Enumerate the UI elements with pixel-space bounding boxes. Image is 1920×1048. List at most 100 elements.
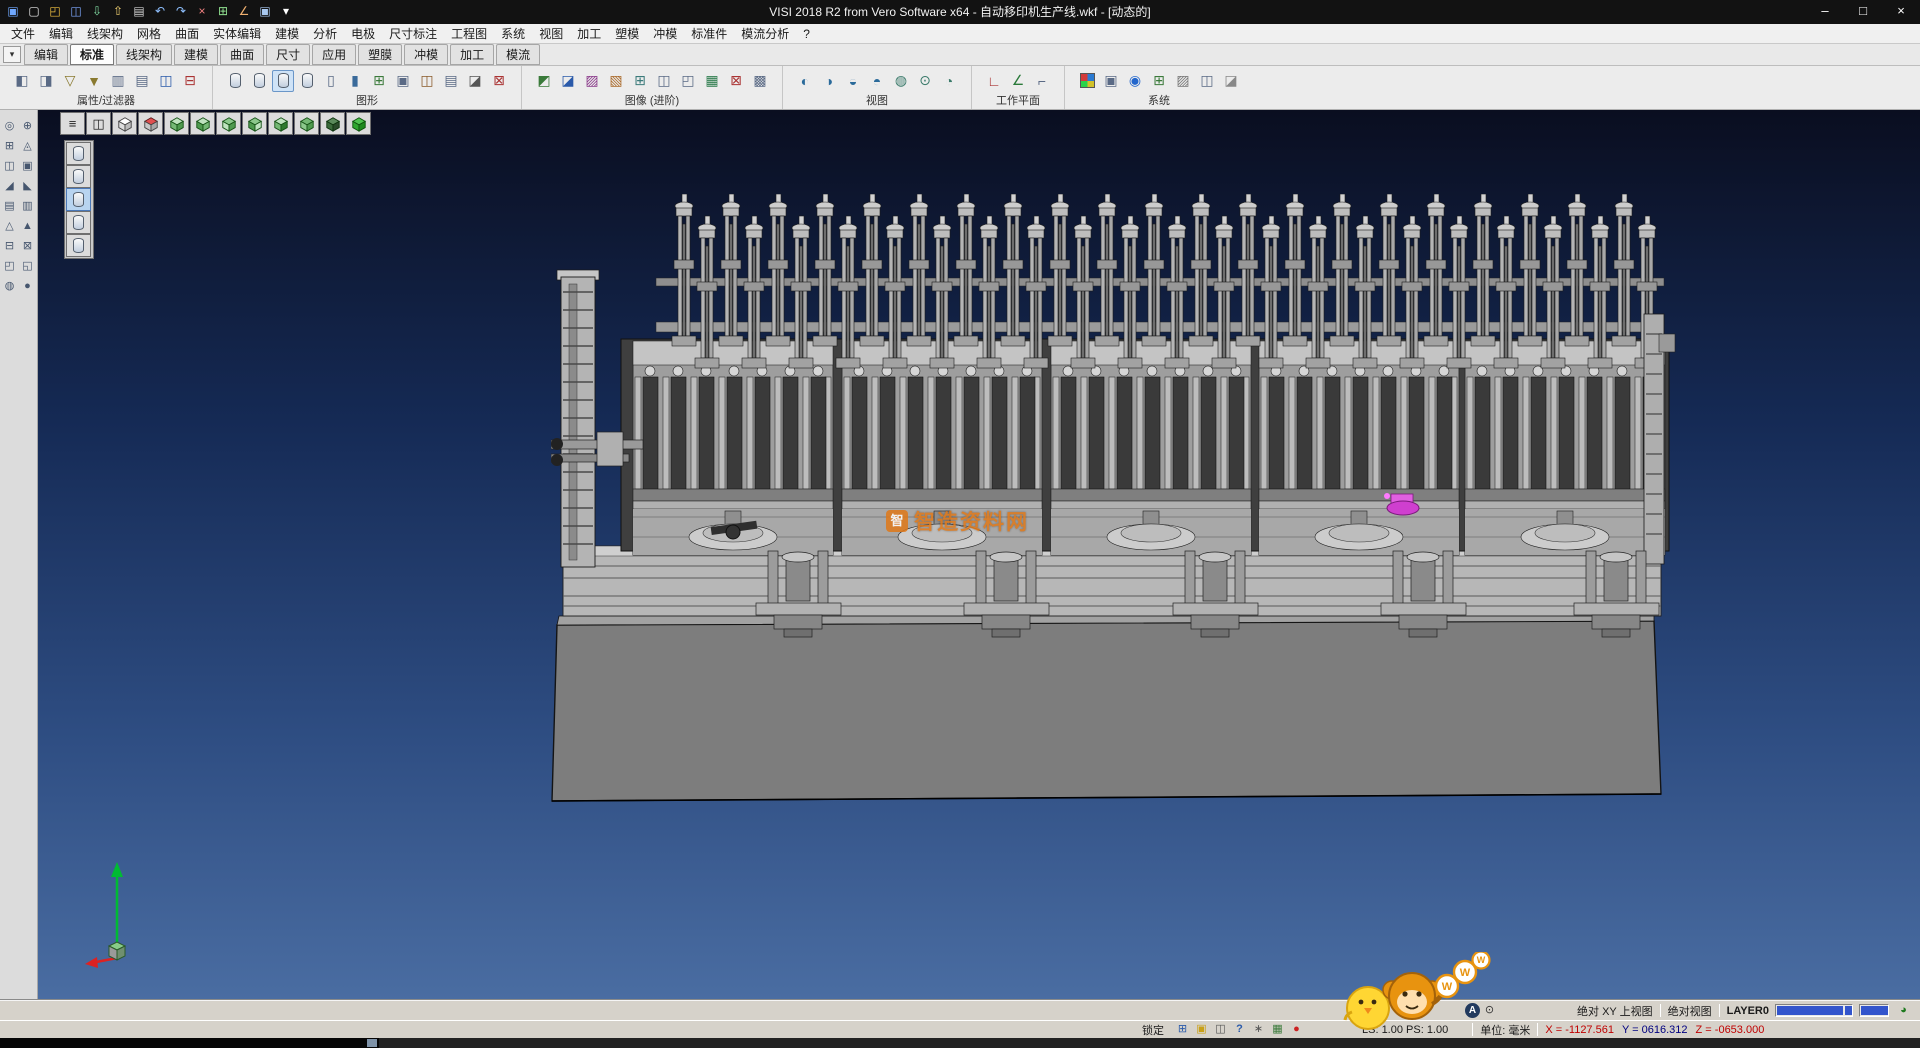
menu-modeling[interactable]: 建模 — [268, 23, 306, 44]
open-folder-icon[interactable]: ◰ — [46, 2, 64, 20]
solid-cube-icon[interactable]: ▦ — [1269, 1022, 1286, 1037]
copy-properties-icon[interactable]: ◨ — [35, 70, 57, 92]
rotate-tool-icon[interactable]: ◬ — [20, 138, 36, 154]
dot-tool-icon[interactable]: ● — [20, 278, 36, 294]
cube-iso5-icon[interactable] — [268, 112, 293, 135]
properties-icon[interactable]: ◧ — [11, 70, 33, 92]
grid-display-icon[interactable]: ⊞ — [368, 70, 390, 92]
cylinder-hidden-icon[interactable] — [296, 70, 318, 92]
texture-icon[interactable]: ▨ — [581, 70, 603, 92]
clear-graphics-icon[interactable]: ⊠ — [488, 70, 510, 92]
3d-viewport[interactable]: ≡ ◫ — [38, 110, 1920, 1000]
cylinder-view-icon[interactable] — [224, 70, 246, 92]
cube-iso3-icon[interactable] — [216, 112, 241, 135]
tab-modeling[interactable]: 建模 — [174, 44, 218, 65]
hatch-system-icon[interactable]: ▨ — [1172, 70, 1194, 92]
menu-flow-analysis[interactable]: 模流分析 — [734, 23, 796, 44]
workplane-angle-icon[interactable]: ∠ — [1007, 70, 1029, 92]
redo-icon[interactable]: ↷ — [172, 2, 190, 20]
tab-surface[interactable]: 曲面 — [220, 44, 264, 65]
qat-dropdown-icon[interactable]: ▾ — [277, 2, 295, 20]
view-front-icon[interactable]: ◐ — [794, 70, 816, 92]
restore-button[interactable]: □ — [1844, 0, 1882, 24]
cube-wire-icon[interactable] — [112, 112, 137, 135]
corner-tool-icon[interactable]: ◰ — [2, 258, 18, 274]
measure-icon[interactable]: ∠ — [235, 2, 253, 20]
render-icon[interactable]: ◩ — [533, 70, 555, 92]
system-grid-icon[interactable]: ⊞ — [1148, 70, 1170, 92]
solid-icon[interactable]: ▮ — [344, 70, 366, 92]
filter-icon[interactable]: ▽ — [59, 70, 81, 92]
cylinder-wireframe-icon[interactable] — [272, 70, 294, 92]
menu-dimension[interactable]: 尺寸标注 — [382, 23, 444, 44]
hidden-line-mode-icon[interactable] — [66, 188, 91, 211]
shaded-mode-icon[interactable] — [66, 142, 91, 165]
menu-view[interactable]: 视图 — [532, 23, 570, 44]
pattern-icon[interactable]: ▩ — [749, 70, 771, 92]
cylinder-shade-icon[interactable] — [248, 70, 270, 92]
delete-icon[interactable]: × — [193, 2, 211, 20]
view-rotate-icon[interactable]: ◔ — [938, 70, 960, 92]
menu-electrode[interactable]: 电极 — [344, 23, 382, 44]
color-palette-icon[interactable] — [1076, 70, 1098, 92]
new-file-icon[interactable]: ▢ — [25, 2, 43, 20]
view-iso-icon[interactable]: ◍ — [890, 70, 912, 92]
fit-tool-icon[interactable]: ◫ — [2, 158, 18, 174]
erase-tool-icon[interactable]: ⊟ — [2, 238, 18, 254]
analysis-mode-icon[interactable] — [66, 234, 91, 257]
shade-tool-icon[interactable]: ◍ — [2, 278, 18, 294]
tab-edit[interactable]: 编辑 — [24, 44, 68, 65]
settings-icon[interactable]: ∗ — [1250, 1022, 1267, 1037]
dynamic-view-icon[interactable]: ◢ — [2, 178, 18, 194]
wireframe-mode-icon[interactable] — [66, 165, 91, 188]
sheet-icon[interactable]: ◪ — [1220, 70, 1242, 92]
section-icon[interactable]: ◫ — [416, 70, 438, 92]
save-icon[interactable]: ◫ — [67, 2, 85, 20]
layer-tool-icon[interactable]: ▤ — [2, 198, 18, 214]
record-icon[interactable]: ● — [1288, 1022, 1305, 1037]
screen-icon[interactable]: ▣ — [256, 2, 274, 20]
menu-standard-parts[interactable]: 标准件 — [684, 23, 734, 44]
outline-icon[interactable]: ▯ — [320, 70, 342, 92]
measure-tool-icon[interactable]: △ — [2, 218, 18, 234]
print-icon[interactable]: ▤ — [130, 2, 148, 20]
minimize-button[interactable]: – — [1806, 0, 1844, 24]
pan-tool-icon[interactable]: ⊞ — [2, 138, 18, 154]
shadow-icon[interactable]: ◪ — [464, 70, 486, 92]
cube-iso4-icon[interactable] — [242, 112, 267, 135]
tab-wireframe[interactable]: 线架构 — [116, 44, 172, 65]
cube-iso2-icon[interactable] — [190, 112, 215, 135]
export-icon[interactable]: ⇧ — [109, 2, 127, 20]
tab-molding[interactable]: 塑膜 — [358, 44, 402, 65]
tab-overflow-button[interactable]: ▾ — [3, 46, 21, 63]
cube-dark-icon[interactable] — [320, 112, 345, 135]
trim-tool-icon[interactable]: ⊠ — [20, 238, 36, 254]
layer-filter-icon[interactable]: ▥ — [107, 70, 129, 92]
tab-dimension[interactable]: 尺寸 — [266, 44, 310, 65]
menu-solid-edit[interactable]: 实体编辑 — [206, 23, 268, 44]
view-top-icon[interactable]: ◓ — [866, 70, 888, 92]
material-icon[interactable]: ◪ — [557, 70, 579, 92]
menu-mold[interactable]: 塑模 — [608, 23, 646, 44]
split-view-icon[interactable]: ◫ — [86, 112, 111, 135]
menu-edit[interactable]: 编辑 — [42, 23, 80, 44]
list-icon[interactable]: ▤ — [440, 70, 462, 92]
globe-icon[interactable]: ◉ — [1124, 70, 1146, 92]
menu-mesh[interactable]: 网格 — [130, 23, 168, 44]
previous-view-icon[interactable]: ◣ — [20, 178, 36, 194]
tab-stamping[interactable]: 冲模 — [404, 44, 448, 65]
workplane-xy-icon[interactable]: ∟ — [983, 70, 1005, 92]
close-button[interactable]: × — [1882, 0, 1920, 24]
type-filter-icon[interactable]: ▤ — [131, 70, 153, 92]
menu-surface[interactable]: 曲面 — [168, 23, 206, 44]
undo-icon[interactable]: ↶ — [151, 2, 169, 20]
mask-tool-icon[interactable]: ▥ — [20, 198, 36, 214]
workplane-reset-icon[interactable]: ⌐ — [1031, 70, 1053, 92]
cube-solid-green-icon[interactable] — [346, 112, 371, 135]
hatch-icon[interactable]: ▧ — [605, 70, 627, 92]
menu-machining[interactable]: 加工 — [570, 23, 608, 44]
layer-indicator[interactable]: LAYER0 — [1727, 1005, 1769, 1017]
snap-grid-icon[interactable]: ⊞ — [1174, 1022, 1191, 1037]
cube-red-icon[interactable] — [138, 112, 163, 135]
bounding-box-icon[interactable]: ▣ — [392, 70, 414, 92]
